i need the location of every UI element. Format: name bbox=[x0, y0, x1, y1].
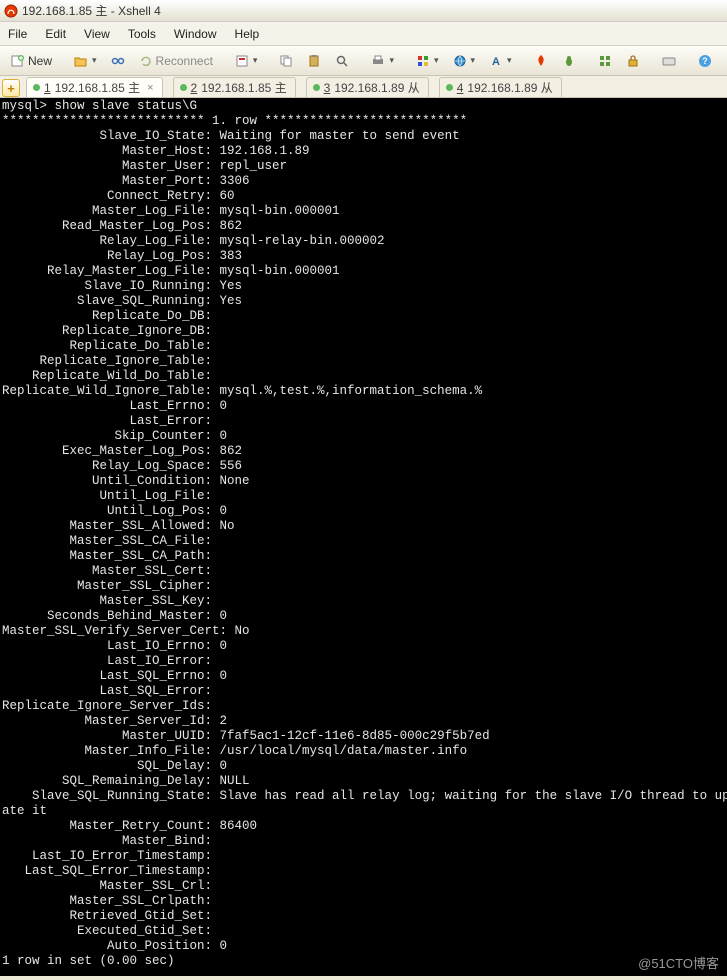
new-tab-button[interactable]: + bbox=[2, 79, 20, 97]
search-button[interactable] bbox=[330, 51, 354, 71]
color-scheme-icon bbox=[416, 54, 430, 68]
tab-label: 192.168.1.89 从 bbox=[334, 79, 419, 96]
menu-help[interactable]: Help bbox=[235, 27, 260, 41]
connection-status-icon bbox=[33, 84, 40, 91]
chevron-down-icon: ▾ bbox=[507, 55, 512, 66]
tile-icon bbox=[598, 54, 612, 68]
help-icon: ? bbox=[698, 54, 712, 68]
reconnect-button-label: Reconnect bbox=[156, 54, 213, 68]
tab-label: 192.168.1.89 从 bbox=[467, 79, 552, 96]
lock-button[interactable] bbox=[621, 51, 645, 71]
menu-file[interactable]: File bbox=[8, 27, 27, 41]
flame-icon bbox=[534, 54, 548, 68]
new-button-label: New bbox=[28, 54, 52, 68]
menubar: File Edit View Tools Window Help bbox=[0, 22, 727, 46]
print-button[interactable]: ▾ bbox=[366, 51, 399, 71]
palette-button[interactable]: ▾ bbox=[411, 51, 444, 71]
font-button[interactable]: A ▾ bbox=[484, 51, 517, 71]
session-tab[interactable]: 4 192.168.1.89 从 bbox=[439, 77, 562, 97]
window-titlebar: 192.168.1.85 主 - Xshell 4 bbox=[0, 0, 727, 22]
new-button[interactable]: New bbox=[6, 51, 57, 71]
new-session-icon bbox=[11, 54, 25, 68]
toolbar: New ▾ Reconnect ▾ bbox=[0, 46, 727, 76]
paste-icon bbox=[307, 54, 321, 68]
connection-status-icon bbox=[446, 84, 453, 91]
globe-button[interactable]: ▾ bbox=[448, 51, 481, 71]
app-icon bbox=[4, 4, 18, 18]
chevron-down-icon: ▾ bbox=[253, 55, 258, 66]
paste-button[interactable] bbox=[302, 51, 326, 71]
menu-window[interactable]: Window bbox=[174, 27, 217, 41]
tabbar: + 1 192.168.1.85 主 × 2 192.168.1.85 主 3 192… bbox=[0, 76, 727, 98]
svg-text:?: ? bbox=[702, 56, 708, 66]
open-button[interactable]: ▾ bbox=[69, 51, 102, 71]
keyboard-button[interactable] bbox=[657, 51, 681, 71]
chevron-down-icon: ▾ bbox=[92, 55, 97, 66]
close-icon[interactable]: × bbox=[147, 82, 153, 94]
globe-icon bbox=[453, 54, 467, 68]
link-icon bbox=[111, 54, 125, 68]
printer-icon bbox=[371, 54, 385, 68]
link-button[interactable] bbox=[106, 51, 130, 71]
tab-index: 4 bbox=[457, 81, 464, 95]
menu-tools[interactable]: Tools bbox=[128, 27, 156, 41]
copy-button[interactable] bbox=[274, 51, 298, 71]
keyboard-icon bbox=[662, 54, 676, 68]
tab-index: 3 bbox=[324, 81, 331, 95]
tab-index: 1 bbox=[44, 81, 51, 95]
chevron-down-icon: ▾ bbox=[434, 55, 439, 66]
chevron-down-icon: ▾ bbox=[389, 55, 394, 66]
copy-icon bbox=[279, 54, 293, 68]
profile-icon bbox=[235, 54, 249, 68]
menu-view[interactable]: View bbox=[84, 27, 110, 41]
folder-open-icon bbox=[74, 54, 88, 68]
search-icon bbox=[335, 54, 349, 68]
menu-edit[interactable]: Edit bbox=[45, 27, 66, 41]
tile-button[interactable] bbox=[593, 51, 617, 71]
connection-status-icon bbox=[313, 84, 320, 91]
help-button[interactable]: ? bbox=[693, 51, 717, 71]
tab-index: 2 bbox=[191, 81, 198, 95]
connection-status-icon bbox=[180, 84, 187, 91]
session-tab[interactable]: 3 192.168.1.89 从 bbox=[306, 77, 429, 97]
reconnect-icon bbox=[139, 54, 153, 68]
session-tab[interactable]: 1 192.168.1.85 主 × bbox=[26, 77, 163, 97]
reconnect-button[interactable]: Reconnect bbox=[134, 51, 218, 71]
terminal-output[interactable]: mysql> show slave status\G *************… bbox=[0, 98, 727, 976]
xshell-button[interactable] bbox=[529, 51, 553, 71]
bug-icon bbox=[562, 54, 576, 68]
lock-icon bbox=[626, 54, 640, 68]
tab-label: 192.168.1.85 主 bbox=[55, 79, 140, 96]
profile-button[interactable]: ▾ bbox=[230, 51, 263, 71]
tool2-button[interactable] bbox=[557, 51, 581, 71]
tab-label: 192.168.1.85 主 bbox=[201, 79, 286, 96]
font-icon: A bbox=[489, 54, 503, 68]
window-title: 192.168.1.85 主 - Xshell 4 bbox=[22, 2, 161, 19]
session-tab[interactable]: 2 192.168.1.85 主 bbox=[173, 77, 296, 97]
help2-button[interactable]: ? bbox=[721, 51, 727, 71]
chevron-down-icon: ▾ bbox=[471, 55, 476, 66]
svg-text:A: A bbox=[492, 56, 500, 68]
